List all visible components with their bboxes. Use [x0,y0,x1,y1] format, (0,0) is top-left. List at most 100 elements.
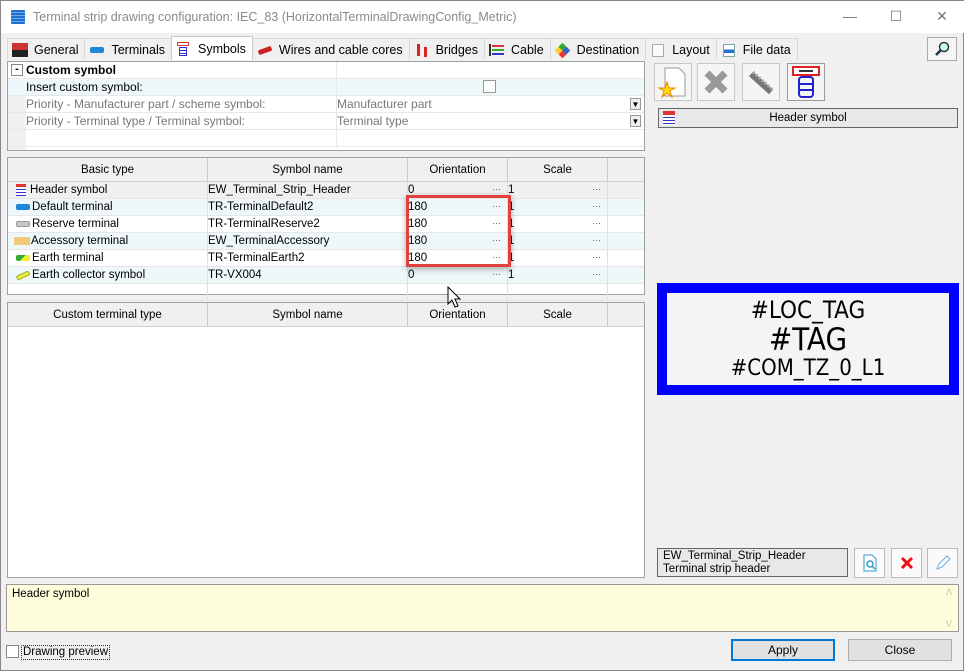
selected-symbol-label: Header symbol [658,108,958,128]
column-header-basic-type[interactable]: Basic type [8,158,208,181]
ellipsis-button[interactable]: ··· [592,235,601,245]
window-title: Terminal strip drawing configuration: IE… [33,10,517,24]
edit-symbol-button[interactable] [742,63,780,101]
collapse-toggle[interactable]: - [11,64,23,76]
table-row[interactable]: Header symbol EW_Terminal_Strip_Header 0… [8,182,644,199]
title-bar: Terminal strip drawing configuration: IE… [1,1,964,33]
table-row[interactable]: Earth collector symbol TR-VX004 0 ··· 1 ··… [8,267,644,284]
apply-button[interactable]: Apply [731,639,835,661]
column-header-scale[interactable]: Scale [508,158,608,181]
insert-custom-symbol-label: Insert custom symbol: [26,80,143,94]
orientation-highlight-box [406,195,511,267]
delete-icon [704,70,728,94]
column-header-custom-terminal-type[interactable]: Custom terminal type [8,303,208,326]
grid-header: Custom terminal type Symbol name Orienta… [8,303,644,327]
edit-symbol-pencil-button[interactable] [927,548,958,578]
ellipsis-button[interactable]: ··· [592,201,601,211]
ellipsis-button[interactable]: ··· [492,184,501,194]
priority-terminal-type-dropdown[interactable]: Terminal type ▼ [336,112,644,130]
accessory-terminal-icon [14,237,30,245]
ellipsis-button[interactable]: ··· [492,269,501,279]
new-symbol-button[interactable] [654,63,692,101]
maximize-button[interactable]: ☐ [873,1,919,31]
close-button[interactable]: Close [848,639,952,661]
preview-com-tag: #COM_TZ_0_L1 [730,355,886,381]
empty-row [8,284,644,301]
mouse-cursor-icon [447,286,462,308]
browse-symbol-button[interactable] [854,548,885,578]
preview-tag: #TAG [768,321,848,358]
ellipsis-button[interactable]: ··· [592,184,601,194]
description-box[interactable]: Header symbol ΛV [6,584,959,632]
orientation-cell[interactable]: 0 ··· [408,267,508,283]
ellipsis-button[interactable]: ··· [592,218,601,228]
minimize-button[interactable]: — [827,1,873,31]
magnifier-icon [935,41,950,56]
app-icon [11,10,25,24]
scale-cell[interactable]: 1 ··· [508,250,608,266]
table-row[interactable]: Accessory terminal EW_TerminalAccessory … [8,233,644,250]
table-row[interactable]: Default terminal TR-TerminalDefault2 180… [8,199,644,216]
column-header-symbol-name[interactable]: Symbol name [208,158,408,181]
priority-terminal-type-label: Priority - Terminal type / Terminal symb… [26,114,245,128]
tab-terminals[interactable]: Terminals [84,38,172,60]
description-scrollbar[interactable]: ΛV [942,587,956,629]
ellipsis-button[interactable]: ··· [592,269,601,279]
tab-symbols[interactable]: Symbols [170,36,253,60]
cable-icon [488,43,505,57]
chevron-down-icon[interactable]: ▼ [630,97,641,110]
description-text: Header symbol [12,588,90,600]
zoom-search-button[interactable] [927,37,957,61]
symbol-info-name: EW_Terminal_Strip_Header [663,550,806,562]
new-document-icon [657,67,686,99]
tab-destination[interactable]: Destination [549,38,647,60]
scale-cell[interactable]: 1 ··· [508,216,608,232]
drawing-preview-label[interactable]: Drawing preview [21,645,111,660]
delete-symbol-button[interactable] [697,63,735,101]
scale-cell[interactable]: 1 ··· [508,182,608,198]
scroll-down-icon[interactable]: V [946,619,952,629]
remove-symbol-button[interactable] [891,548,922,578]
close-window-button[interactable]: ✕ [919,1,964,31]
ellipsis-button[interactable]: ··· [592,252,601,262]
header-symbol-icon [663,111,675,125]
earth-terminal-icon [16,255,30,261]
drawing-preview-checkbox[interactable] [6,645,19,658]
header-symbol-icon [16,184,26,196]
custom-terminal-type-grid: Custom terminal type Symbol name Orienta… [7,302,645,578]
destination-icon [554,42,571,58]
header-symbol-icon [792,66,820,98]
default-terminal-icon [16,204,30,210]
tab-file-data[interactable]: File data [715,38,798,60]
basic-type-grid: Basic type Symbol name Orientation Scale… [7,157,645,301]
custom-symbol-property-grid: - Custom symbol Insert custom symbol: Pr… [7,61,645,151]
header-symbol-button[interactable] [787,63,825,101]
scale-cell[interactable]: 1 ··· [508,267,608,283]
tab-cable[interactable]: Cable [483,38,551,60]
scale-cell[interactable]: 1 ··· [508,233,608,249]
insert-custom-symbol-checkbox[interactable] [483,79,496,93]
column-header-scale[interactable]: Scale [508,303,608,326]
priority-manufacturer-dropdown[interactable]: Manufacturer part ▼ [336,95,644,113]
close-icon [900,556,913,570]
group-label: Custom symbol [26,63,117,77]
earth-collector-icon [15,269,31,281]
file-data-icon [721,43,737,57]
table-row[interactable]: Earth terminal TR-TerminalEarth2 180 ··· … [8,250,644,267]
scroll-up-icon[interactable]: Λ [946,587,952,597]
preview-loc-tag: #LOC_TAG [750,295,866,324]
table-row[interactable]: Reserve terminal TR-TerminalReserve2 180… [8,216,644,233]
reserve-terminal-icon [16,221,30,227]
bridge-icon [414,43,430,57]
chevron-down-icon[interactable]: ▼ [630,114,641,127]
tab-general[interactable]: General [7,38,86,60]
tab-bridges[interactable]: Bridges [408,38,485,60]
column-header-symbol-name[interactable]: Symbol name [208,303,408,326]
scale-cell[interactable]: 1 ··· [508,199,608,215]
symbol-stack-icon [176,41,192,56]
column-header-orientation[interactable]: Orientation [408,158,508,181]
symbol-info-description: Terminal strip header [663,563,771,575]
tab-layout[interactable]: Layout [645,38,717,60]
tab-wires[interactable]: Wires and cable cores [251,38,410,60]
comb-icon [748,70,775,95]
